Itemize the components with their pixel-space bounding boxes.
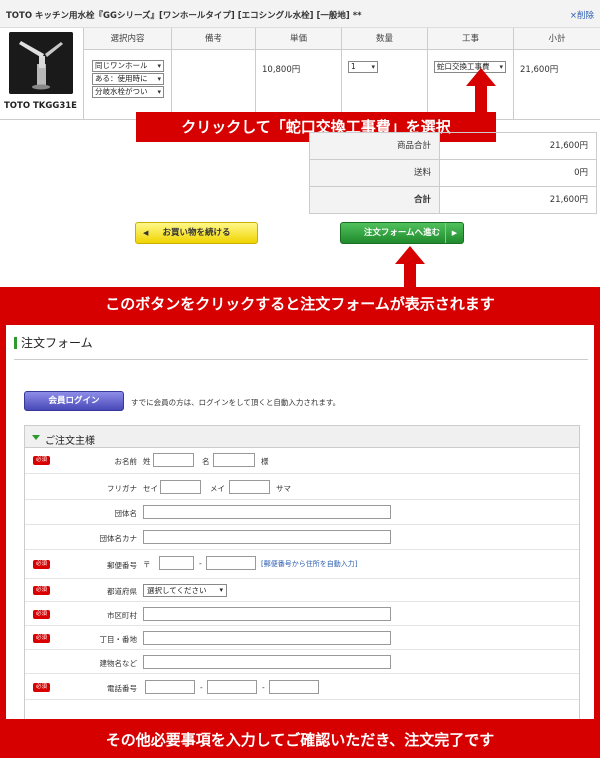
option-select-3[interactable]: 分岐水栓がつい (92, 86, 164, 98)
cart-product-table: TOTO TKGG31E 選択内容 備考 単価 数量 工事 小計 同じワンホール… (0, 28, 600, 120)
form-row-prefecture: 必須 都道府県 選択してください (25, 579, 579, 602)
kana-label: フリガナ (107, 484, 137, 493)
quantity-cell (342, 28, 428, 120)
postal-mark: 〒 (143, 560, 151, 569)
summary-label: 商品合計 (310, 133, 440, 159)
phone-third-input[interactable] (269, 680, 319, 694)
phone-dash: - (200, 683, 203, 692)
building-label: 建物名など (99, 659, 138, 668)
form-row-company: 団体名 (25, 500, 579, 525)
required-badge: 必須 (33, 456, 50, 465)
zip-label: 郵便番号 (107, 561, 137, 570)
login-note: すでに会員の方は、ログインをして頂くと自動入力されます。 (131, 398, 341, 407)
option-select-2[interactable]: ある：使用時に (92, 73, 164, 85)
quantity-select[interactable]: 1 (348, 61, 378, 73)
continue-shopping-button[interactable]: ◀ お買い物を続ける (135, 222, 258, 244)
zip-first-input[interactable] (159, 556, 194, 570)
prefecture-select[interactable]: 選択してください (143, 584, 227, 597)
form-row-name: 必須 お名前 姓 名 様 (25, 448, 579, 474)
line-subtotal: 21,600円 (520, 65, 559, 75)
order-form: 注文フォーム 会員ログイン すでに会員の方は、ログインをして頂くと自動入力されま… (6, 325, 594, 719)
summary-label: 合計 (310, 187, 440, 213)
phone-first-input[interactable] (145, 680, 195, 694)
option-select-1[interactable]: 同じワンホール (92, 60, 164, 72)
product-image (9, 32, 73, 94)
product-name: TOTO TKGG31E (4, 101, 77, 111)
form-row-company-kana: 団体名カナ (25, 525, 579, 550)
company-label: 団体名 (114, 509, 138, 518)
company-kana-label: 団体名カナ (99, 534, 138, 543)
company-kana-input[interactable] (143, 530, 391, 544)
zip-dash: - (199, 559, 202, 568)
summary-value: 21,600円 (549, 141, 588, 151)
form-row-city: 必須 市区町村 (25, 602, 579, 626)
chevron-left-icon: ◀ (143, 229, 149, 237)
form-title: 注文フォーム (14, 337, 93, 349)
name-label: お名前 (114, 457, 138, 466)
form-row-street: 必須 丁目・番地 (25, 626, 579, 650)
required-badge: 必須 (33, 560, 50, 569)
summary-row: 送料 0円 (310, 160, 596, 187)
product-image-cell: TOTO TKGG31E (0, 28, 84, 120)
phone-dash: - (262, 683, 265, 692)
summary-value: 0円 (574, 168, 588, 178)
annotation-form-shown: このボタンをクリックすると注文フォームが表示されます (0, 287, 600, 321)
proceed-to-order-label: 注文フォームへ進む (363, 228, 441, 238)
last-name-input[interactable] (153, 453, 194, 467)
order-summary: 商品合計 21,600円 送料 0円 合計 21,600円 (309, 132, 597, 214)
summary-row: 商品合計 21,600円 (310, 133, 596, 160)
zip-autofill-link[interactable]: [郵便番号から住所を自動入力] (261, 559, 357, 569)
name-suffix: 様 (261, 457, 269, 466)
note-cell (172, 28, 256, 120)
summary-row: 合計 21,600円 (310, 187, 596, 214)
prefecture-label: 都道府県 (107, 587, 137, 596)
arrow-up-icon (466, 68, 496, 112)
form-row-zip: 必須 郵便番号 〒 - [郵便番号から住所を自動入力] (25, 550, 579, 579)
first-name-input[interactable] (213, 453, 255, 467)
section-title: ご注文主様 (45, 436, 95, 447)
form-row-phone: 必須 電話番号 - - (25, 674, 579, 700)
kana-suffix: サマ (276, 484, 291, 493)
summary-value: 21,600円 (549, 195, 588, 205)
street-input[interactable] (143, 631, 391, 645)
name-mei-label: 名 (202, 457, 210, 466)
member-login-button[interactable]: 会員ログイン (24, 391, 124, 411)
phone-label: 電話番号 (107, 684, 137, 693)
zip-second-input[interactable] (206, 556, 256, 570)
chevron-right-icon: ▶ (445, 223, 463, 243)
building-input[interactable] (143, 655, 391, 669)
required-badge: 必須 (33, 610, 50, 619)
city-label: 市区町村 (107, 611, 137, 620)
kana-sei-label: セイ (143, 484, 158, 493)
company-input[interactable] (143, 505, 391, 519)
divider (14, 359, 588, 360)
product-title: TOTO キッチン用水栓『GGシリーズ』[ワンホールタイプ] [エコシングル水栓… (6, 11, 362, 21)
phone-second-input[interactable] (207, 680, 257, 694)
street-label: 丁目・番地 (99, 635, 138, 644)
required-badge: 必須 (33, 634, 50, 643)
cart-header: TOTO キッチン用水栓『GGシリーズ』[ワンホールタイプ] [エコシングル水栓… (0, 0, 600, 28)
name-sei-label: 姓 (143, 457, 151, 466)
summary-label: 送料 (310, 160, 440, 186)
first-name-kana-input[interactable] (229, 480, 270, 494)
orderer-header: ご注文主様 (25, 426, 579, 448)
arrow-up-icon (395, 246, 425, 288)
kana-mei-label: メイ (210, 484, 225, 493)
required-badge: 必須 (33, 586, 50, 595)
orderer-section: ご注文主様 必須 お名前 姓 名 様 フリガナ セイ メイ サマ 団体名 団体名… (24, 425, 580, 719)
order-form-frame: 注文フォーム 会員ログイン すでに会員の方は、ログインをして頂くと自動入力されま… (0, 321, 600, 723)
city-input[interactable] (143, 607, 391, 621)
annotation-complete: その他必要事項を入力してご確認いただき、注文完了です (0, 723, 600, 758)
delete-link[interactable]: ×削除 (570, 9, 594, 21)
form-row-kana: フリガナ セイ メイ サマ (25, 474, 579, 500)
form-row-building: 建物名など (25, 650, 579, 674)
continue-shopping-label: お買い物を続ける (162, 228, 231, 238)
col-header-subtotal: 小計 (514, 28, 600, 50)
proceed-to-order-button[interactable]: 注文フォームへ進む ▶ (340, 222, 464, 244)
last-name-kana-input[interactable] (160, 480, 201, 494)
required-badge: 必須 (33, 683, 50, 692)
unit-price: 10,800円 (262, 65, 301, 75)
